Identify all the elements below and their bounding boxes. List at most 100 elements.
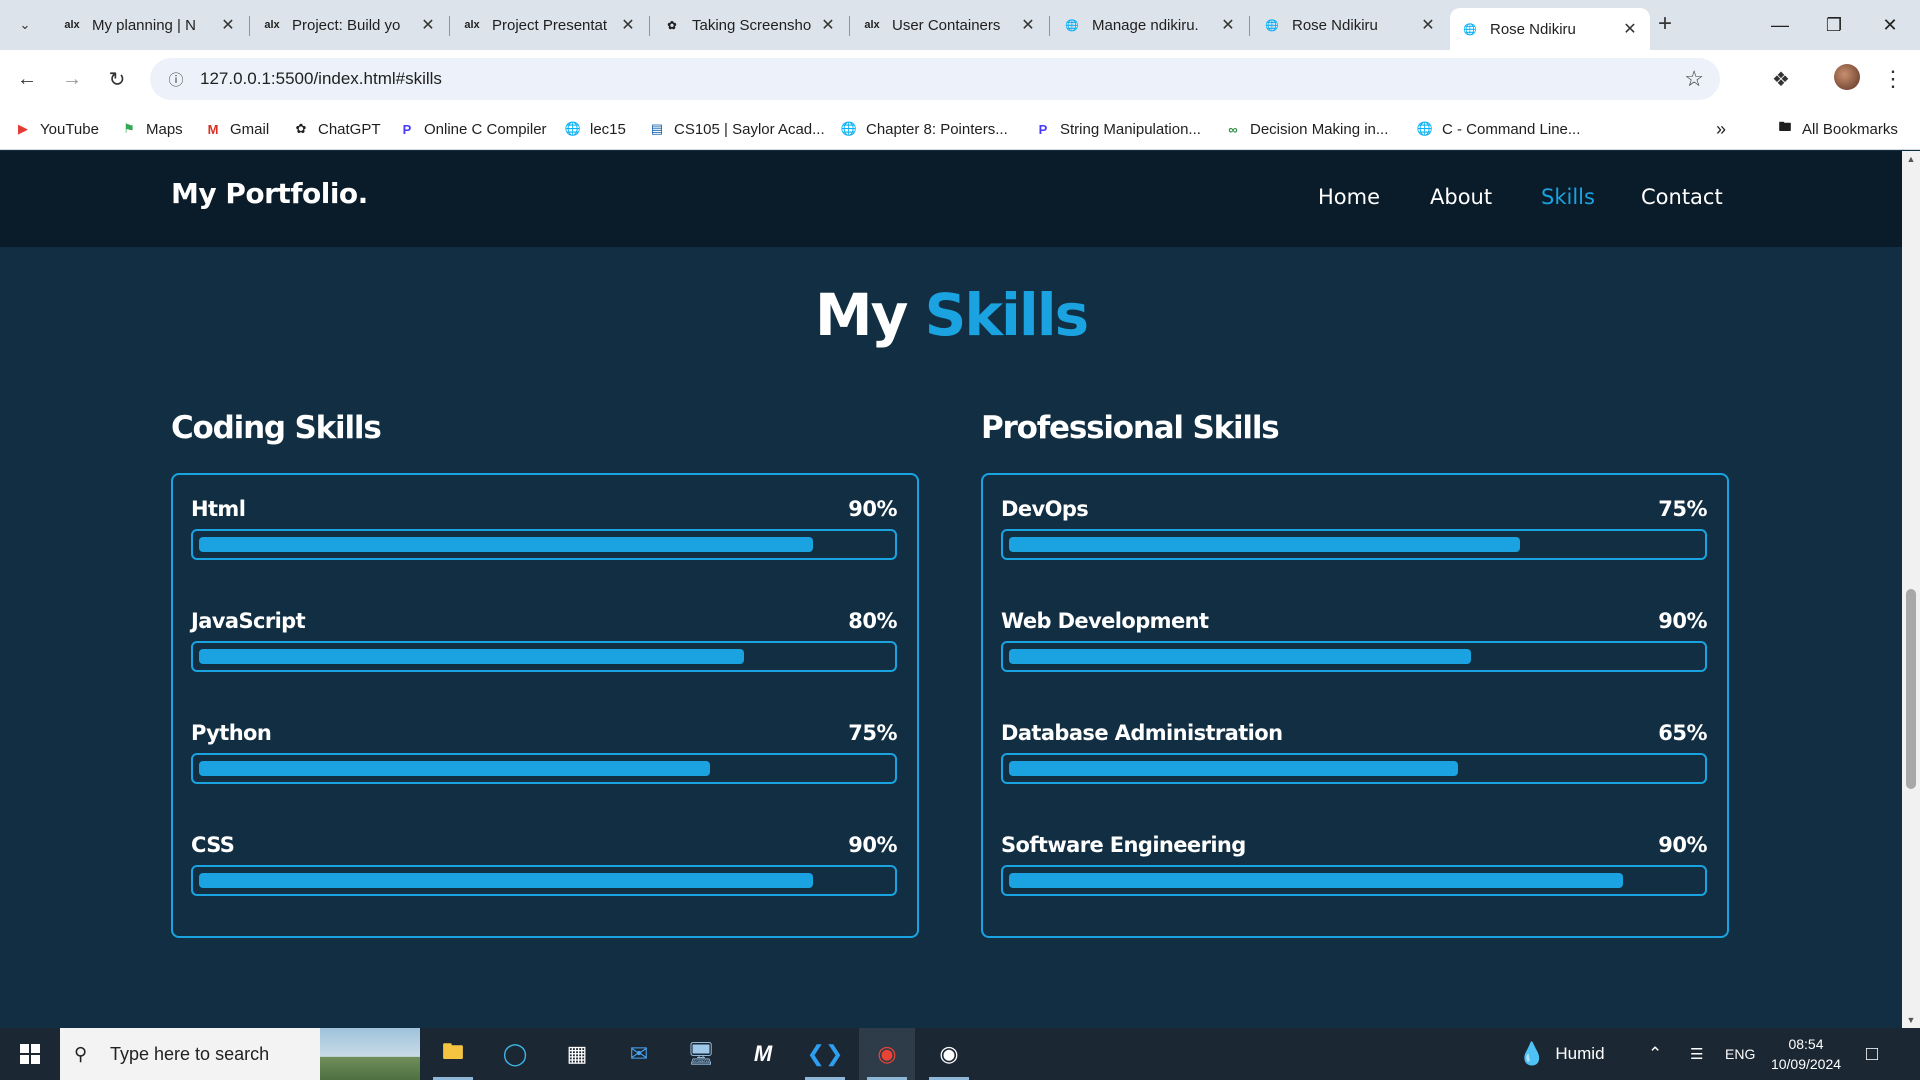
browser-tab[interactable]: alx My planning | N ✕ bbox=[52, 8, 248, 42]
browser-tab[interactable]: 🌐 Rose Ndikiru ✕ bbox=[1252, 8, 1448, 42]
bookmark-label: Decision Making in... bbox=[1250, 120, 1389, 138]
browser-tab[interactable]: alx Project: Build yo ✕ bbox=[252, 8, 448, 42]
section-title-white: My bbox=[814, 281, 909, 349]
tab-title: Project: Build yo bbox=[292, 16, 401, 34]
nav-home[interactable]: Home bbox=[1318, 185, 1380, 209]
restore-icon[interactable]: ❐ bbox=[1804, 0, 1864, 50]
bookmark-gmail[interactable]: M Gmail bbox=[204, 118, 270, 140]
close-icon[interactable]: ✕ bbox=[1018, 15, 1038, 35]
bookmark-maps[interactable]: ⚑ Maps bbox=[120, 118, 183, 140]
url-text: 127.0.0.1:5500/index.html#skills bbox=[200, 69, 442, 88]
start-button[interactable] bbox=[0, 1028, 60, 1080]
mathtype-icon[interactable]: M bbox=[735, 1028, 791, 1080]
bookmarks-overflow-icon[interactable]: » bbox=[1716, 118, 1726, 140]
tab-search-chevron-icon[interactable]: ⌄ bbox=[10, 10, 40, 40]
reload-icon[interactable]: ↻ bbox=[100, 62, 134, 96]
browser-tab[interactable]: 🌐 Manage ndikiru. ✕ bbox=[1052, 8, 1248, 42]
search-placeholder: Type here to search bbox=[110, 1043, 270, 1064]
tab-title: Rose Ndikiru bbox=[1292, 16, 1378, 34]
tab-title: User Containers bbox=[892, 16, 1001, 34]
new-tab-plus-icon[interactable]: + bbox=[1650, 10, 1680, 40]
bookmark-label: Maps bbox=[146, 120, 183, 138]
github-desktop-icon[interactable]: ◉ bbox=[921, 1028, 977, 1080]
tab-separator bbox=[1049, 16, 1050, 36]
skill-percent: 75% bbox=[1658, 497, 1707, 521]
bookmark-online-c-compiler[interactable]: P Online C Compiler bbox=[398, 118, 547, 140]
page-scrollbar[interactable]: ▲ ▼ bbox=[1902, 151, 1920, 1028]
microsoft-store-icon[interactable]: ▦ bbox=[549, 1028, 605, 1080]
show-hidden-icons-chevron-icon[interactable]: ⌃ bbox=[1648, 1028, 1662, 1080]
skill-percent: 90% bbox=[848, 497, 897, 521]
notifications-icon[interactable]: □ bbox=[1866, 1028, 1878, 1080]
minimize-icon[interactable]: — bbox=[1750, 0, 1810, 50]
bookmark-decision-making[interactable]: ∞ Decision Making in... bbox=[1224, 118, 1388, 140]
all-bookmarks[interactable]: 🖿 All Bookmarks bbox=[1776, 118, 1897, 140]
close-window-icon[interactable]: ✕ bbox=[1860, 0, 1920, 50]
chrome-icon[interactable]: ◉ bbox=[859, 1028, 915, 1080]
nav-skills[interactable]: Skills bbox=[1541, 185, 1595, 209]
skill-name: Python bbox=[191, 721, 272, 745]
edge-browser-icon[interactable]: ◯ bbox=[487, 1028, 543, 1080]
extensions-puzzle-icon[interactable]: ❖ bbox=[1764, 62, 1798, 96]
gmail-icon: M bbox=[207, 121, 219, 137]
progress-fill bbox=[199, 537, 813, 552]
close-icon[interactable]: ✕ bbox=[1620, 19, 1640, 39]
site-logo[interactable]: My Portfolio. bbox=[171, 177, 368, 210]
more-menu-icon[interactable]: ⋮ bbox=[1876, 62, 1910, 96]
language-indicator[interactable]: ENG bbox=[1725, 1028, 1755, 1080]
skill-percent: 90% bbox=[1658, 609, 1707, 633]
progress-fill bbox=[1009, 761, 1458, 776]
browser-tab[interactable]: alx User Containers ✕ bbox=[852, 8, 1048, 42]
remote-desktop-icon[interactable]: 🖥 bbox=[673, 1028, 729, 1080]
skill-name: Web Development bbox=[1001, 609, 1209, 633]
mail-icon[interactable]: ✉ bbox=[611, 1028, 667, 1080]
progress-fill bbox=[1009, 873, 1623, 888]
close-icon[interactable]: ✕ bbox=[618, 15, 638, 35]
close-icon[interactable]: ✕ bbox=[418, 15, 438, 35]
vscode-icon[interactable]: ❮❯ bbox=[797, 1028, 853, 1080]
forward-arrow-icon[interactable]: → bbox=[55, 62, 89, 96]
browser-tab-active[interactable]: 🌐 Rose Ndikiru ✕ bbox=[1450, 8, 1650, 50]
bookmark-command-line[interactable]: 🌐 C - Command Line... bbox=[1416, 118, 1580, 140]
scroll-thumb[interactable] bbox=[1906, 589, 1916, 789]
alx-icon: alx bbox=[464, 19, 480, 31]
close-icon[interactable]: ✕ bbox=[218, 15, 238, 35]
weather-widget[interactable]: 💧 Humid bbox=[1518, 1028, 1605, 1080]
progress-track bbox=[1001, 865, 1707, 896]
nav-contact[interactable]: Contact bbox=[1641, 185, 1723, 209]
bookmark-youtube[interactable]: ▶ YouTube bbox=[14, 118, 99, 140]
professional-skills-card: DevOps 75% Web Development 90% Database … bbox=[981, 473, 1729, 938]
nav-about[interactable]: About bbox=[1430, 185, 1492, 209]
tab-title: Taking Screensho bbox=[692, 16, 812, 34]
browser-tab[interactable]: ✿ Taking Screensho ✕ bbox=[652, 8, 848, 42]
close-icon[interactable]: ✕ bbox=[818, 15, 838, 35]
bookmark-star-icon[interactable]: ☆ bbox=[1684, 66, 1704, 92]
file-explorer-icon[interactable]: 🖿 bbox=[425, 1028, 481, 1080]
progress-track bbox=[1001, 529, 1707, 560]
browser-tab[interactable]: alx Project Presentat ✕ bbox=[452, 8, 648, 42]
scroll-up-arrow-icon[interactable]: ▲ bbox=[1902, 151, 1920, 167]
compiler-icon: P bbox=[402, 121, 412, 137]
bookmark-cs105[interactable]: ▤ CS105 | Saylor Acad... bbox=[648, 118, 825, 140]
scroll-down-arrow-icon[interactable]: ▼ bbox=[1902, 1012, 1920, 1028]
back-arrow-icon[interactable]: ← bbox=[10, 62, 44, 96]
maps-icon: ⚑ bbox=[123, 121, 135, 136]
water-drop-icon: 💧 bbox=[1518, 1041, 1546, 1066]
section-title: My Skills bbox=[0, 281, 1902, 349]
progress-track bbox=[191, 753, 897, 784]
site-info-icon[interactable]: ⓘ bbox=[156, 69, 196, 90]
taskbar-search[interactable]: ⚲ Type here to search bbox=[60, 1028, 420, 1080]
bookmark-chatgpt[interactable]: ✿ ChatGPT bbox=[292, 118, 381, 140]
bookmark-chapter8[interactable]: 🌐 Chapter 8: Pointers... bbox=[840, 118, 1008, 140]
close-icon[interactable]: ✕ bbox=[1218, 15, 1238, 35]
network-icon[interactable]: ☰ bbox=[1690, 1028, 1703, 1080]
openai-icon: ✿ bbox=[295, 121, 307, 136]
bookmark-lec15[interactable]: 🌐 lec15 bbox=[564, 118, 626, 140]
clock[interactable]: 08:54 10/09/2024 bbox=[1756, 1034, 1856, 1074]
url-bar[interactable]: ⓘ 127.0.0.1:5500/index.html#skills ☆ bbox=[150, 58, 1720, 100]
section-title-accent: Skills bbox=[924, 281, 1090, 349]
close-icon[interactable]: ✕ bbox=[1418, 15, 1438, 35]
bookmark-string-manipulation[interactable]: P String Manipulation... bbox=[1034, 118, 1201, 140]
profile-avatar[interactable] bbox=[1834, 64, 1860, 90]
tab-title: My planning | N bbox=[92, 16, 196, 34]
